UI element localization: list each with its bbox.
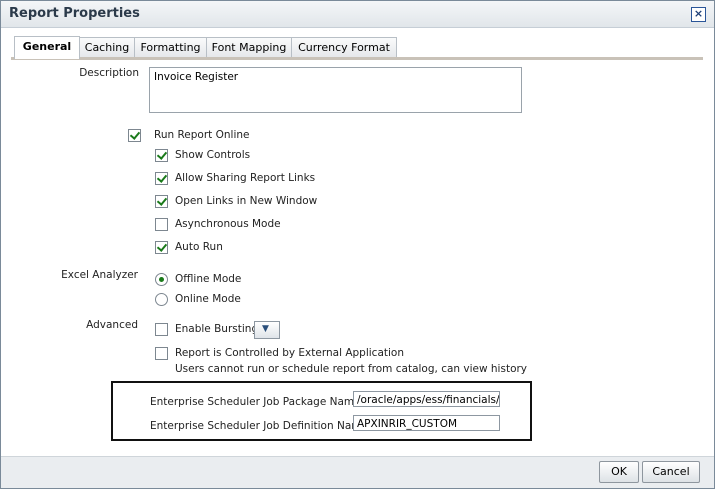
tab-caching[interactable]: Caching	[79, 37, 135, 58]
definition-name-field[interactable]: APXINRIR_CUSTOM	[353, 415, 500, 431]
asynchronous-mode-label: Asynchronous Mode	[175, 218, 281, 230]
auto-run-label: Auto Run	[175, 241, 223, 253]
run-report-online-label: Run Report Online	[154, 129, 250, 141]
description-label: Description	[79, 67, 139, 79]
definition-name-label: Enterprise Scheduler Job Definition Name	[150, 420, 368, 432]
package-name-label: Enterprise Scheduler Job Package Name	[150, 396, 361, 408]
advanced-label: Advanced	[86, 319, 138, 331]
scheduler-section	[111, 381, 532, 441]
close-icon[interactable]: ×	[691, 7, 706, 22]
auto-run-checkbox[interactable]	[155, 241, 168, 254]
excel-analyzer-label: Excel Analyzer	[61, 269, 138, 281]
enable-bursting-label: Enable Bursting	[175, 323, 259, 335]
external-control-checkbox[interactable]	[155, 347, 168, 360]
external-control-label: Report is Controlled by External Applica…	[175, 347, 404, 359]
bursting-dropdown[interactable]: ▼	[254, 321, 280, 339]
online-mode-radio[interactable]	[155, 293, 168, 306]
tab-underline	[11, 57, 703, 60]
run-report-online-checkbox[interactable]	[128, 129, 141, 142]
external-control-hint: Users cannot run or schedule report from…	[175, 363, 528, 375]
allow-sharing-label: Allow Sharing Report Links	[175, 172, 316, 184]
tab-currency-format[interactable]: Currency Format	[291, 37, 397, 58]
open-links-new-window-checkbox[interactable]	[155, 195, 168, 208]
report-properties-dialog: Report Properties × General Caching Form…	[0, 0, 715, 489]
tab-general[interactable]: General	[14, 36, 80, 59]
offline-mode-radio[interactable]	[155, 273, 168, 286]
chevron-down-icon: ▼	[262, 324, 269, 334]
package-name-field[interactable]: /oracle/apps/ess/financials/pa	[353, 391, 500, 407]
description-textarea[interactable]: Invoice Register	[149, 67, 522, 113]
show-controls-checkbox[interactable]	[155, 149, 168, 162]
cancel-button[interactable]: Cancel	[642, 461, 700, 483]
ok-button[interactable]: OK	[599, 461, 639, 483]
dialog-title: Report Properties	[9, 6, 140, 21]
enable-bursting-checkbox[interactable]	[155, 323, 168, 336]
allow-sharing-checkbox[interactable]	[155, 172, 168, 185]
title-bar: Report Properties ×	[1, 1, 714, 28]
show-controls-label: Show Controls	[175, 149, 251, 161]
offline-mode-label: Offline Mode	[175, 273, 242, 285]
tab-font-mapping[interactable]: Font Mapping	[206, 37, 292, 58]
asynchronous-mode-checkbox[interactable]	[155, 218, 168, 231]
open-links-new-window-label: Open Links in New Window	[175, 195, 318, 207]
tab-formatting[interactable]: Formatting	[134, 37, 207, 58]
online-mode-label: Online Mode	[175, 293, 241, 305]
